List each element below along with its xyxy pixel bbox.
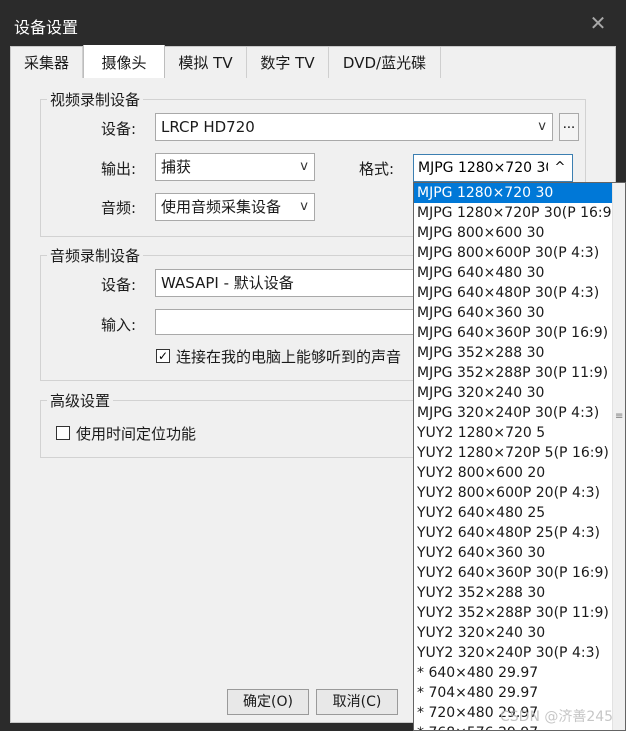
time-seek-checkbox[interactable]: [56, 426, 70, 440]
format-option[interactable]: MJPG 800×600 30: [414, 223, 613, 243]
format-option[interactable]: * 704×480 29.97: [414, 683, 613, 703]
format-option[interactable]: MJPG 640×360P 30(P 16:9): [414, 323, 613, 343]
tab-capture[interactable]: 采集器: [11, 47, 83, 79]
tab-analog-tv[interactable]: 模拟 TV: [165, 47, 247, 79]
format-option[interactable]: MJPG 640×480 30: [414, 263, 613, 283]
tab-bar: 采集器 摄像头 模拟 TV 数字 TV DVD/蓝光碟: [10, 45, 616, 79]
settings-dialog: 设备设置 ✕ 采集器 摄像头 模拟 TV 数字 TV DVD/蓝光碟 视频录制设…: [0, 0, 626, 731]
format-option[interactable]: MJPG 1280×720P 30(P 16:9): [414, 203, 613, 223]
title-bar: 设备设置 ✕: [0, 0, 626, 46]
format-option-list: MJPG 1280×720 30 MJPG 1280×720P 30(P 16:9…: [414, 183, 613, 730]
chevron-down-icon: v: [300, 159, 308, 174]
format-value: MJPG 1280×720 30: [418, 160, 555, 176]
format-dropdown: MJPG 1280×720 30 MJPG 1280×720P 30(P 16:9…: [413, 182, 626, 731]
format-option[interactable]: YUY2 800×600P 20(P 4:3): [414, 483, 613, 503]
output-select[interactable]: 捕获 v: [155, 153, 315, 181]
tab-digital-tv[interactable]: 数字 TV: [247, 47, 329, 79]
format-option[interactable]: MJPG 640×480P 30(P 4:3): [414, 283, 613, 303]
format-option[interactable]: YUY2 352×288 30: [414, 583, 613, 603]
listen-label: 连接在我的电脑上能够听到的声音: [176, 348, 402, 366]
chevron-down-icon: v: [300, 199, 308, 214]
format-option[interactable]: MJPG 1280×720 30: [414, 183, 613, 203]
format-option[interactable]: MJPG 320×240P 30(P 4:3): [414, 403, 613, 423]
format-option[interactable]: MJPG 352×288 30: [414, 343, 613, 363]
close-icon[interactable]: ✕: [588, 12, 608, 34]
format-option[interactable]: YUY2 1280×720P 5(P 16:9): [414, 443, 613, 463]
video-device-select[interactable]: LRCP HD720 v: [155, 113, 553, 141]
time-seek-label: 使用时间定位功能: [76, 425, 197, 443]
cancel-button[interactable]: 取消(C): [316, 689, 398, 715]
ok-button[interactable]: 确定(O): [227, 689, 309, 715]
watermark: CSDN @济善245: [500, 709, 614, 725]
format-option[interactable]: YUY2 320×240 30: [414, 623, 613, 643]
video-device-label: 设备:: [101, 120, 137, 138]
audio-input-label: 输入:: [101, 316, 137, 334]
chevron-down-icon: v: [538, 119, 546, 134]
format-option[interactable]: YUY2 640×360P 30(P 16:9): [414, 563, 613, 583]
format-option[interactable]: YUY2 1280×720 5: [414, 423, 613, 443]
video-device-value: LRCP HD720: [161, 118, 255, 136]
tab-dvd-bluray[interactable]: DVD/蓝光碟: [329, 47, 441, 79]
listen-checkbox[interactable]: ✓: [156, 349, 170, 363]
window-title: 设备设置: [14, 18, 79, 37]
video-group-title: 视频录制设备: [47, 89, 144, 110]
format-option[interactable]: MJPG 320×240 30: [414, 383, 613, 403]
format-label: 格式:: [359, 160, 395, 178]
format-option[interactable]: * 640×480 29.97: [414, 663, 613, 683]
format-option[interactable]: YUY2 352×288P 30(P 11:9): [414, 603, 613, 623]
dropdown-scrollbar[interactable]: ≡: [612, 183, 625, 730]
format-option[interactable]: YUY2 640×480P 25(P 4:3): [414, 523, 613, 543]
output-value: 捕获: [161, 158, 192, 176]
format-option[interactable]: YUY2 640×360 30: [414, 543, 613, 563]
format-option[interactable]: MJPG 800×600P 30(P 4:3): [414, 243, 613, 263]
audio-source-select[interactable]: 使用音频采集设备 v: [155, 193, 315, 221]
audio-source-label: 音频:: [101, 199, 137, 217]
tab-camera[interactable]: 摄像头: [83, 45, 165, 79]
chevron-up-icon: ^: [548, 155, 572, 181]
audio-group-title: 音频录制设备: [47, 245, 144, 266]
scroll-grip-icon: ≡: [615, 411, 624, 422]
output-label: 输出:: [101, 160, 137, 178]
format-option[interactable]: YUY2 320×240P 30(P 4:3): [414, 643, 613, 663]
audio-device-label: 设备:: [101, 276, 137, 294]
format-option[interactable]: MJPG 352×288P 30(P 11:9): [414, 363, 613, 383]
format-option[interactable]: YUY2 800×600 20: [414, 463, 613, 483]
advanced-group-title: 高级设置: [47, 390, 114, 411]
audio-source-value: 使用音频采集设备: [161, 198, 282, 216]
format-option[interactable]: MJPG 640×360 30: [414, 303, 613, 323]
format-option[interactable]: YUY2 640×480 25: [414, 503, 613, 523]
format-select[interactable]: MJPG 1280×720 30 ^: [413, 154, 573, 182]
audio-device-value: WASAPI - 默认设备: [161, 274, 294, 292]
more-button[interactable]: ...: [559, 113, 579, 141]
